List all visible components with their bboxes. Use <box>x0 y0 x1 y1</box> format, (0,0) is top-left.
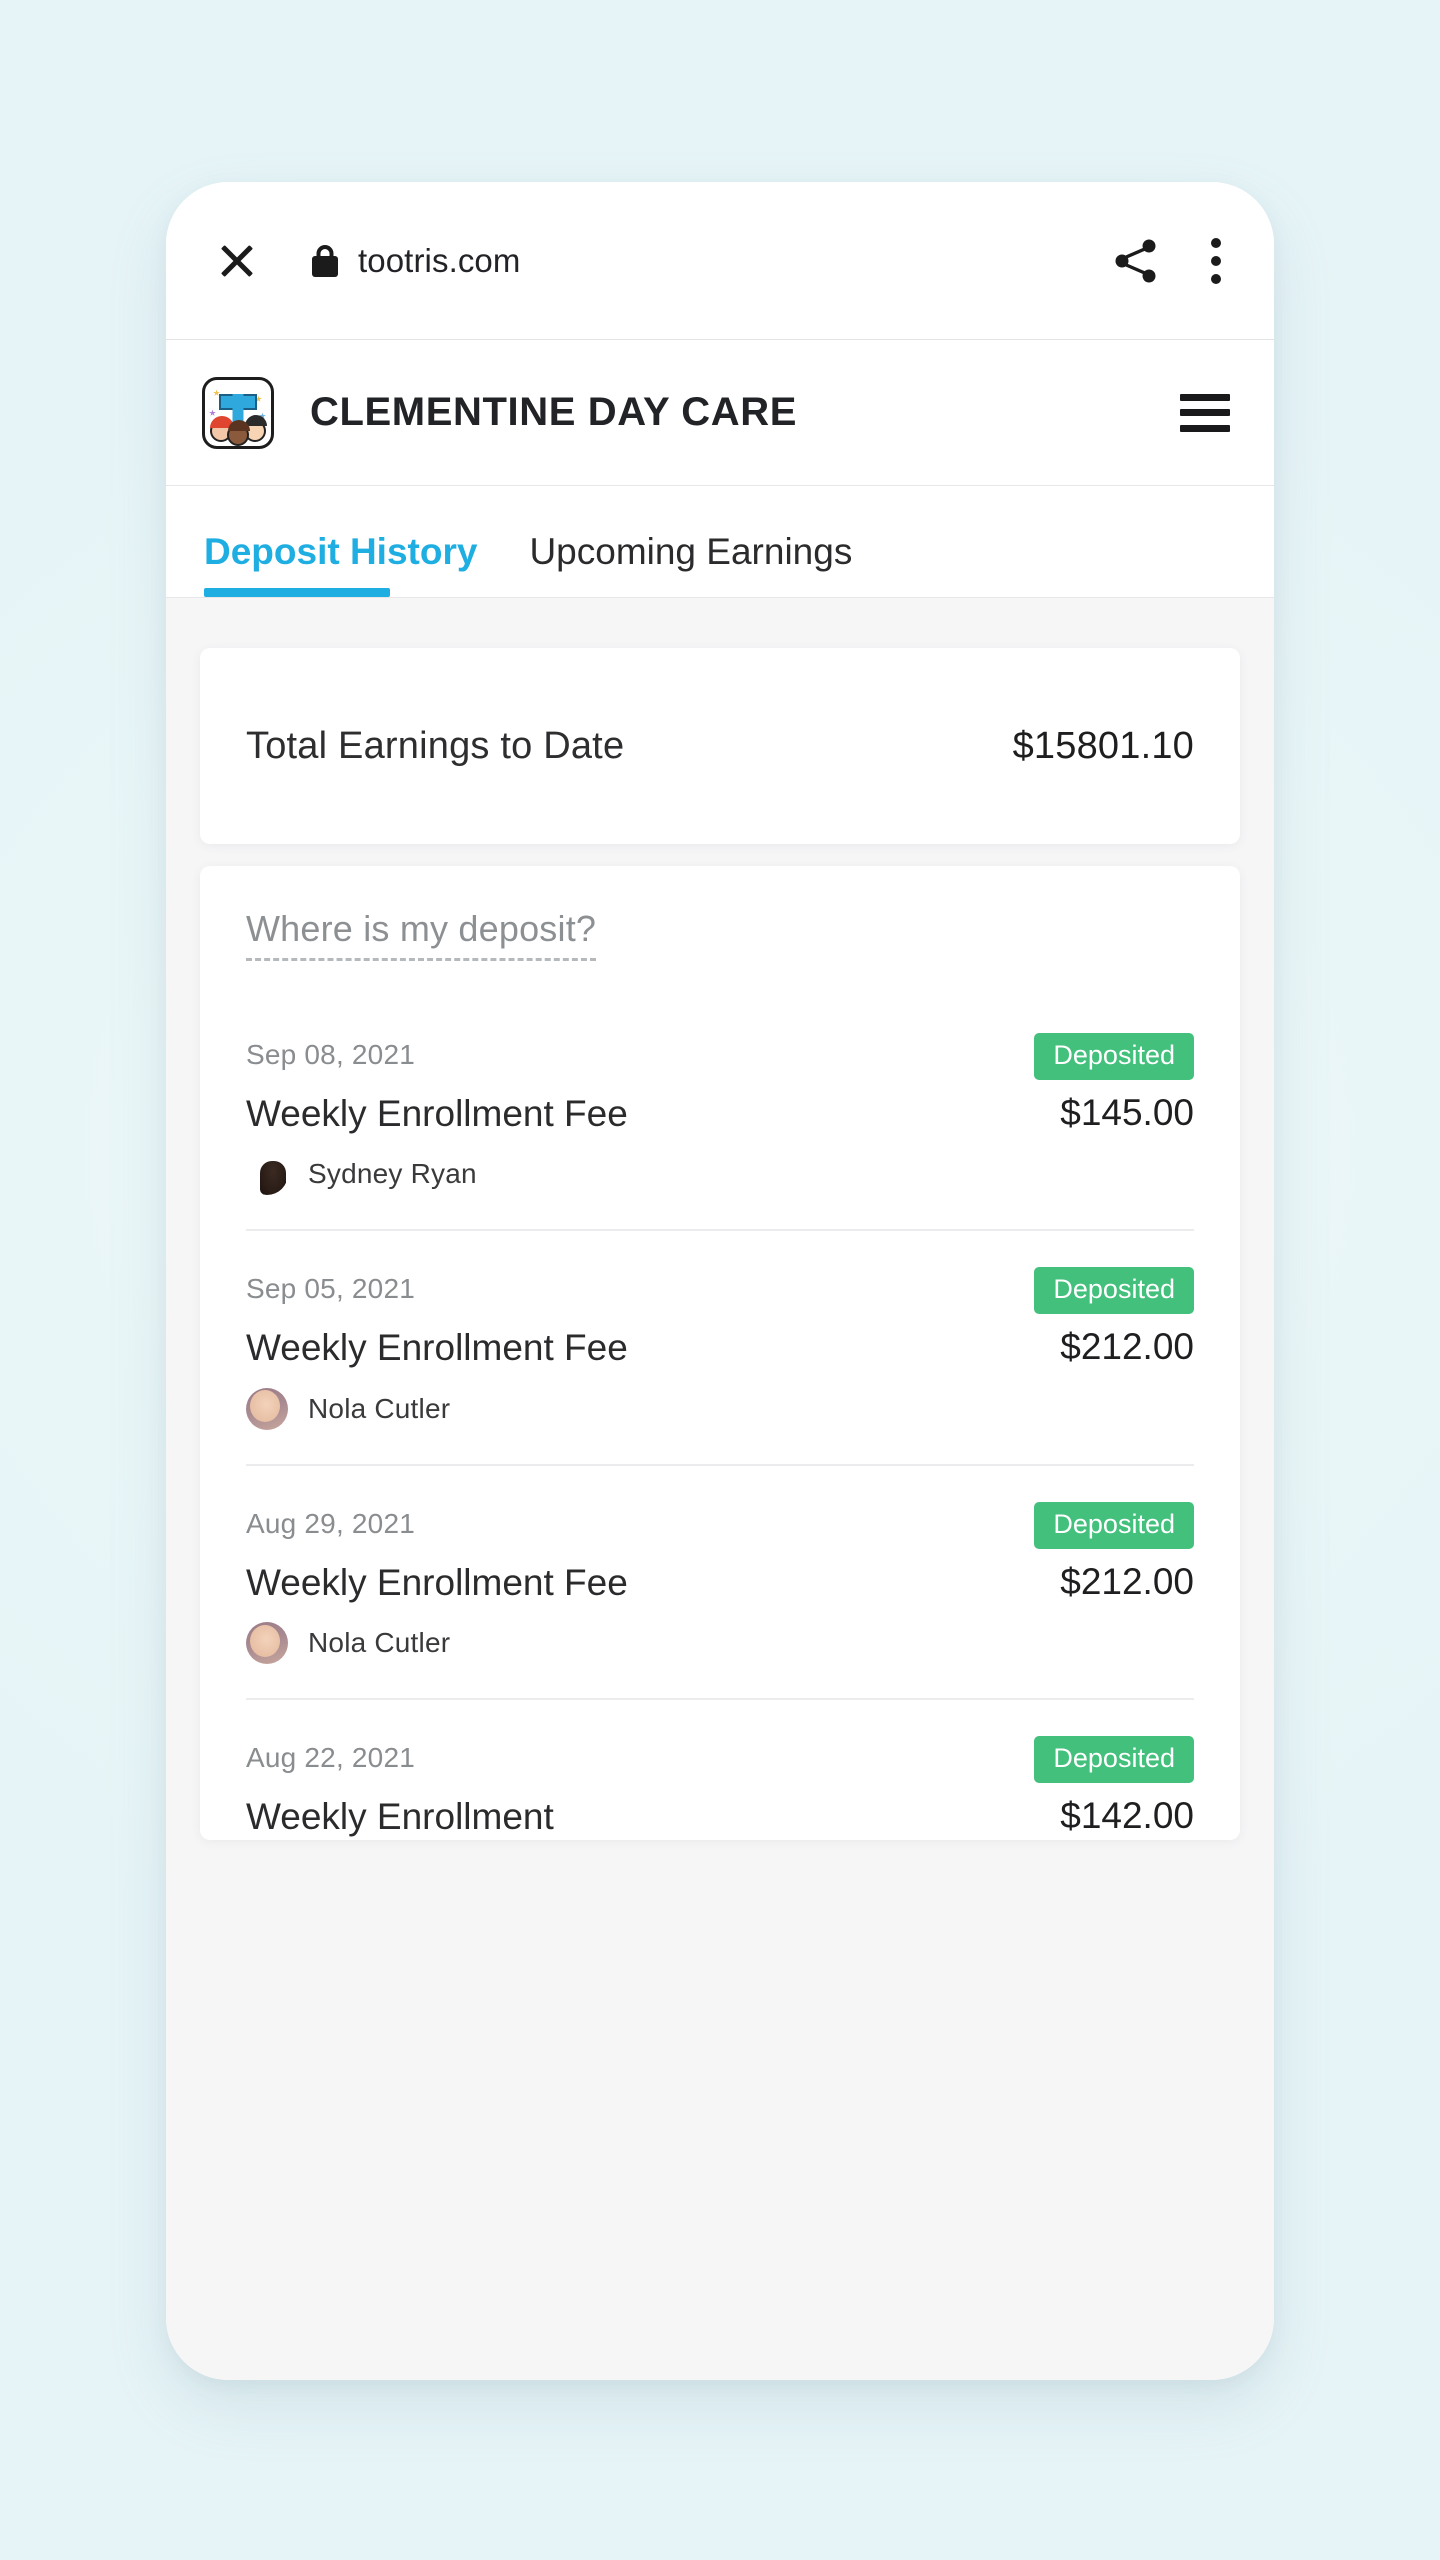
deposit-row[interactable]: Sep 05, 2021 Deposited Weekly Enrollment… <box>200 1231 1240 1466</box>
app-header: CLEMENTINE DAY CARE <box>166 340 1274 486</box>
deposit-history-card: Where is my deposit? Sep 08, 2021 Deposi… <box>200 866 1240 1841</box>
where-is-my-deposit-link[interactable]: Where is my deposit? <box>246 908 597 961</box>
share-icon[interactable] <box>1114 238 1158 284</box>
deposit-title: Weekly Enrollment Fee <box>246 1561 628 1603</box>
person-name: Nola Cutler <box>308 1627 451 1659</box>
deposit-row[interactable]: Aug 29, 2021 Deposited Weekly Enrollment… <box>200 1466 1240 1701</box>
deposit-date: Sep 05, 2021 <box>246 1273 415 1305</box>
status-badge: Deposited <box>1034 1267 1194 1315</box>
person-name: Nola Cutler <box>308 1392 451 1424</box>
url-text[interactable]: tootris.com <box>358 242 1114 280</box>
total-earnings-value: $15801.10 <box>1012 724 1194 767</box>
close-icon[interactable] <box>214 238 260 284</box>
total-earnings-label: Total Earnings to Date <box>246 724 625 767</box>
deposit-title: Weekly Enrollment Fee <box>246 1327 628 1369</box>
deposit-list: Sep 08, 2021 Deposited Weekly Enrollment… <box>200 997 1240 1840</box>
deposit-row[interactable]: Aug 22, 2021 Deposited Weekly Enrollment… <box>200 1700 1240 1840</box>
avatar <box>246 1153 288 1196</box>
tab-deposit-history[interactable]: Deposit History <box>204 531 499 597</box>
lock-icon <box>312 244 338 277</box>
deposit-amount: $212.00 <box>1060 1560 1194 1602</box>
deposit-amount: $142.00 <box>1060 1795 1194 1837</box>
deposit-title: Weekly Enrollment <box>246 1796 554 1838</box>
deposit-date: Sep 08, 2021 <box>246 1039 415 1070</box>
more-options-icon[interactable] <box>1210 237 1222 284</box>
tootris-logo-icon <box>202 376 274 449</box>
deposit-amount: $212.00 <box>1060 1326 1194 1368</box>
status-badge: Deposited <box>1034 1033 1194 1080</box>
tab-upcoming-earnings[interactable]: Upcoming Earnings <box>529 531 874 597</box>
status-badge: Deposited <box>1034 1736 1194 1784</box>
page-title: CLEMENTINE DAY CARE <box>310 390 798 434</box>
deposit-date: Aug 22, 2021 <box>246 1742 415 1774</box>
person-name: Sydney Ryan <box>308 1158 477 1190</box>
deposit-date: Aug 29, 2021 <box>246 1507 415 1539</box>
hamburger-menu-icon[interactable] <box>1180 393 1230 432</box>
browser-toolbar: tootris.com <box>166 182 1274 340</box>
deposit-row[interactable]: Sep 08, 2021 Deposited Weekly Enrollment… <box>200 997 1240 1232</box>
tab-bar: Deposit History Upcoming Earnings <box>166 486 1274 598</box>
content-scroll-area[interactable]: Total Earnings to Date $15801.10 Where i… <box>166 598 1274 2380</box>
status-badge: Deposited <box>1034 1501 1194 1549</box>
total-earnings-card: Total Earnings to Date $15801.10 <box>200 648 1240 844</box>
avatar <box>246 1622 288 1665</box>
phone-frame: tootris.com CLEMENTINE DAY CARE Deposit … <box>166 182 1274 2380</box>
deposit-amount: $145.00 <box>1060 1092 1194 1133</box>
avatar <box>246 1387 288 1430</box>
deposit-title: Weekly Enrollment Fee <box>246 1093 628 1134</box>
